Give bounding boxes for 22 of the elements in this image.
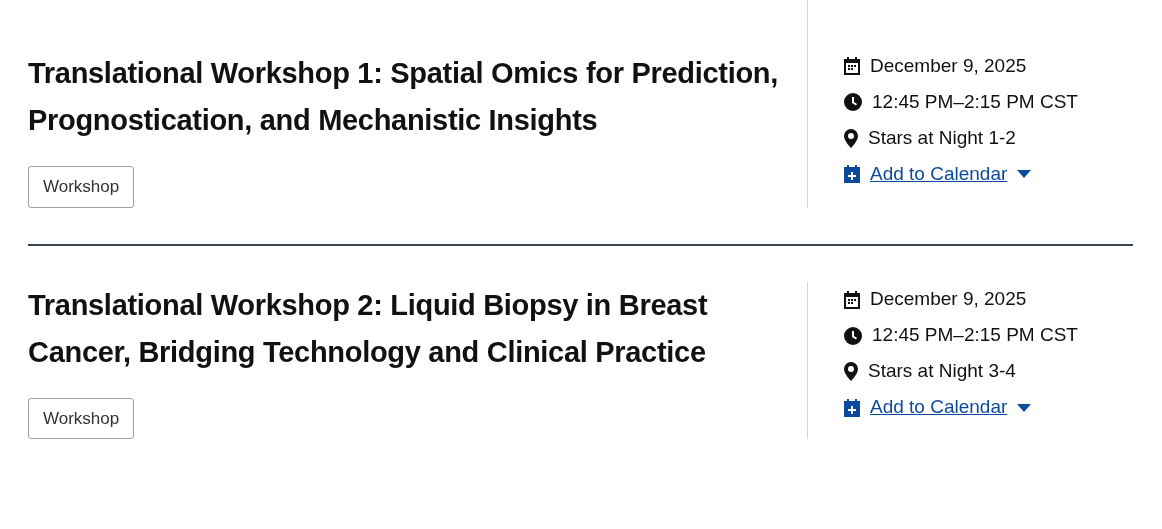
calendar-icon xyxy=(844,57,860,75)
caret-icon[interactable] xyxy=(1017,403,1032,412)
session-date: December 9, 2025 xyxy=(870,287,1027,312)
session-time: 12:45 PM–2:15 PM CST xyxy=(872,323,1078,348)
caret-icon[interactable] xyxy=(1017,170,1032,178)
clock-icon xyxy=(844,93,862,111)
location-pin-icon xyxy=(844,128,858,148)
add-to-calendar-link[interactable]: Add to Calendar xyxy=(870,159,1008,189)
session-tag: Workshop xyxy=(28,397,135,439)
session-time: 12:45 PM–2:15 PM CST xyxy=(872,89,1078,114)
session-title: Translational Workshop 2: Liquid Biopsy in Breast Cancer, Bridging Technology and Clinical Practice xyxy=(28,287,709,370)
session-location: Stars at Night 1-2 xyxy=(868,125,1016,150)
calendar-add-icon xyxy=(844,398,860,417)
add-to-calendar-link[interactable]: Add to Calendar xyxy=(870,393,1008,422)
calendar-icon xyxy=(844,290,860,309)
session-date: December 9, 2025 xyxy=(870,53,1027,78)
session-title: Translational Workshop 1: Spatial Omics for Prediction, Prognostication, and Mechanistic Insights xyxy=(28,56,780,138)
clock-icon xyxy=(844,326,862,345)
session-tag: Workshop xyxy=(28,166,135,208)
location-pin-icon xyxy=(844,362,858,381)
session-location: Stars at Night 3-4 xyxy=(868,359,1016,384)
calendar-add-icon xyxy=(844,165,860,183)
